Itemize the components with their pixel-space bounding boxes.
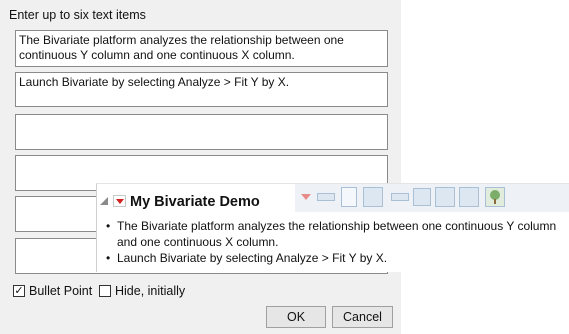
hide-initially-label: Hide, initially (115, 284, 186, 298)
collapse-triangle-icon[interactable] (100, 197, 108, 205)
red-triangle-menu-icon[interactable] (113, 195, 126, 207)
text-item-1-field[interactable]: The Bivariate platform analyzes the rela… (15, 30, 388, 67)
text-icon[interactable] (341, 187, 357, 207)
cancel-button[interactable]: Cancel (332, 306, 393, 328)
outline-box-icon[interactable] (363, 187, 383, 207)
bullet-point-option[interactable]: ✓ Bullet Point (13, 284, 92, 298)
text-items-dialog: Enter up to six text items The Bivariate… (0, 0, 401, 334)
outline-title: My Bivariate Demo (130, 194, 260, 210)
text-item-2-field[interactable]: Launch Bivariate by selecting Analyze > … (15, 72, 388, 107)
tree-icon[interactable] (485, 187, 505, 207)
bullet-list: The Bivariate platform analyzes the rela… (106, 218, 561, 266)
red-triangle-icon[interactable] (299, 190, 313, 204)
bullet-point-checkbox[interactable]: ✓ (13, 285, 25, 297)
bullet-point-label: Bullet Point (29, 284, 93, 298)
panel-icon[interactable] (459, 187, 479, 207)
report-preview-popup: My Bivariate Demo The Bivariate platform… (96, 183, 569, 272)
text-item-3-field[interactable] (15, 114, 388, 150)
list-item: The Bivariate platform analyzes the rela… (106, 218, 561, 250)
table-icon[interactable] (413, 188, 431, 206)
hide-initially-option[interactable]: Hide, initially (99, 284, 185, 298)
panel-icon[interactable] (435, 187, 455, 207)
dialog-prompt: Enter up to six text items (9, 8, 146, 22)
ok-button[interactable]: OK (266, 306, 326, 328)
line-icon[interactable] (317, 193, 335, 201)
hide-initially-checkbox[interactable] (99, 285, 111, 297)
layout-toolbar (295, 184, 569, 212)
list-item: Launch Bivariate by selecting Analyze > … (106, 250, 561, 266)
line-icon[interactable] (391, 193, 409, 201)
